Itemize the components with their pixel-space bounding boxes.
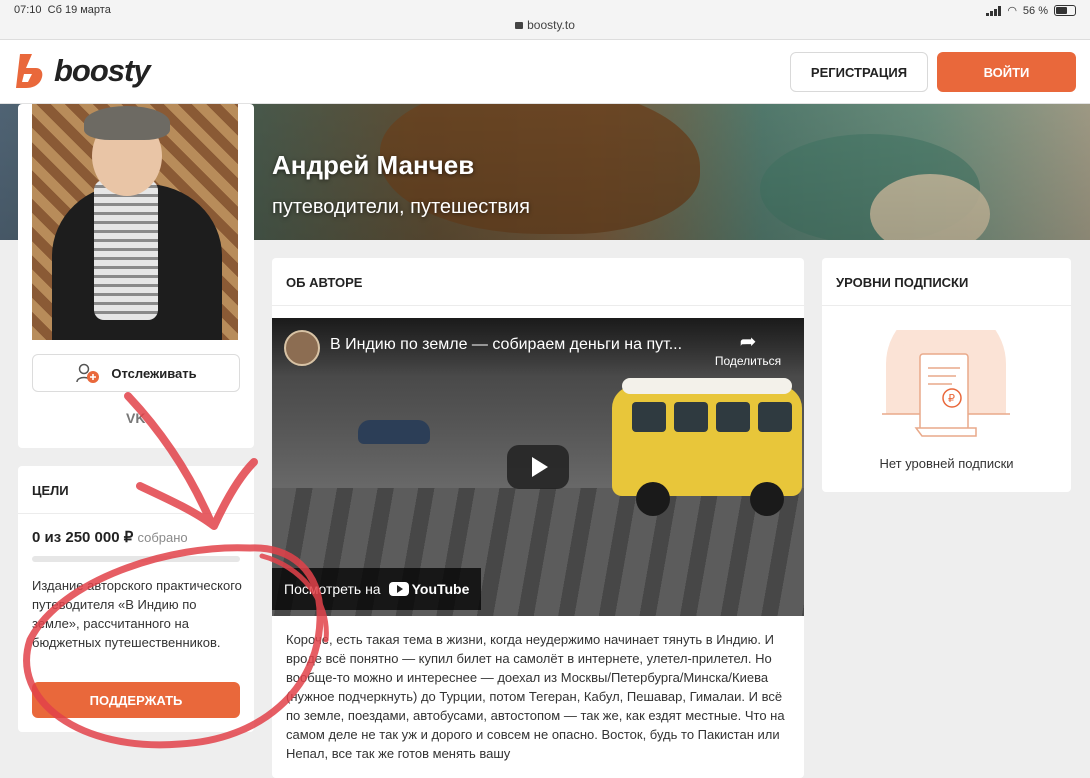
video-scene-bus <box>612 378 802 516</box>
signal-icon <box>986 5 1002 16</box>
goal-collected-label: собрано <box>137 530 188 545</box>
battery-percent: 56 % <box>1022 4 1048 17</box>
author-name: Андрей Манчев <box>272 150 475 180</box>
address-bar[interactable]: boosty.to <box>0 18 1090 32</box>
profile-card: Отслеживать VK <box>18 104 254 448</box>
goals-title: ЦЕЛИ <box>32 482 69 498</box>
about-text: Короче, есть такая тема в жизни, когда н… <box>286 632 785 761</box>
about-title: ОБ АВТОРЕ <box>286 274 363 290</box>
youtube-icon <box>388 582 409 596</box>
follow-button[interactable]: Отслеживать <box>32 354 240 392</box>
logo-text: boosty <box>54 53 151 88</box>
author-avatar <box>32 104 238 340</box>
time-text: 07:10 <box>14 4 42 16</box>
watch-on-youtube-button[interactable]: Посмотреть на YouTube <box>272 568 482 610</box>
divider <box>18 513 254 514</box>
wifi-icon: ◠ <box>1007 5 1017 17</box>
goal-description: Издание авторского практического путевод… <box>32 578 242 650</box>
youtube-logo: YouTube <box>388 581 470 597</box>
support-button[interactable]: ПОДДЕРЖАТЬ <box>32 682 240 718</box>
follow-user-plus-icon <box>76 363 100 383</box>
goal-amount-value: 0 из 250 000 ₽ <box>32 529 134 546</box>
boosty-logo-icon <box>16 54 43 88</box>
no-levels-text: Нет уровней подписки <box>879 456 1014 471</box>
domain-text: boosty.to <box>527 18 575 32</box>
status-time: 07:10 Сб 19 марта <box>14 4 111 16</box>
site-header: boosty РЕГИСТРАЦИЯ ВОЙТИ <box>0 40 1090 104</box>
follow-label: Отслеживать <box>111 365 197 381</box>
battery-icon <box>1054 5 1076 16</box>
divider <box>822 305 1071 306</box>
share-button[interactable]: ➦ Поделиться <box>708 332 788 368</box>
youtube-text: YouTube <box>411 581 470 597</box>
boosty-logo[interactable]: boosty <box>12 52 151 90</box>
goals-card: ЦЕЛИ 0 из 250 000 ₽ собрано Издание авто… <box>18 466 254 732</box>
goal-amount: 0 из 250 000 ₽ собрано <box>32 528 188 546</box>
date-text: Сб 19 марта <box>47 4 111 16</box>
channel-avatar[interactable] <box>284 330 320 366</box>
share-label: Поделиться <box>714 354 782 368</box>
svg-text:₽: ₽ <box>948 392 955 405</box>
vk-icon[interactable]: VK <box>126 410 145 426</box>
youtube-video-player[interactable]: В Индию по земле — собираем деньги на пу… <box>272 318 804 616</box>
divider <box>272 305 804 306</box>
video-scene-shoe <box>358 420 430 444</box>
play-button[interactable] <box>507 445 569 489</box>
register-button[interactable]: РЕГИСТРАЦИЯ <box>790 52 928 92</box>
subscription-levels-card: УРОВНИ ПОДПИСКИ ₽ Нет уровней подписки <box>822 258 1071 492</box>
lock-icon <box>515 22 524 29</box>
video-title[interactable]: В Индию по земле — собираем деньги на пу… <box>330 336 682 354</box>
empty-levels-illustration-icon: ₽ <box>882 330 1010 440</box>
author-tagline: путеводители, путешествия <box>272 196 531 218</box>
login-button[interactable]: ВОЙТИ <box>937 52 1076 92</box>
play-icon <box>532 457 548 477</box>
goal-progress-bar <box>32 556 240 562</box>
share-icon: ➦ <box>739 331 757 353</box>
levels-title: УРОВНИ ПОДПИСКИ <box>836 274 969 290</box>
about-card: ОБ АВТОРЕ В Индию по земле — собираем де… <box>272 258 804 778</box>
watch-label: Посмотреть на <box>284 581 381 597</box>
browser-status-bar: 07:10 Сб 19 марта boosty.to ◠ 56 % <box>0 0 1090 40</box>
status-indicators: ◠ 56 % <box>986 4 1076 17</box>
